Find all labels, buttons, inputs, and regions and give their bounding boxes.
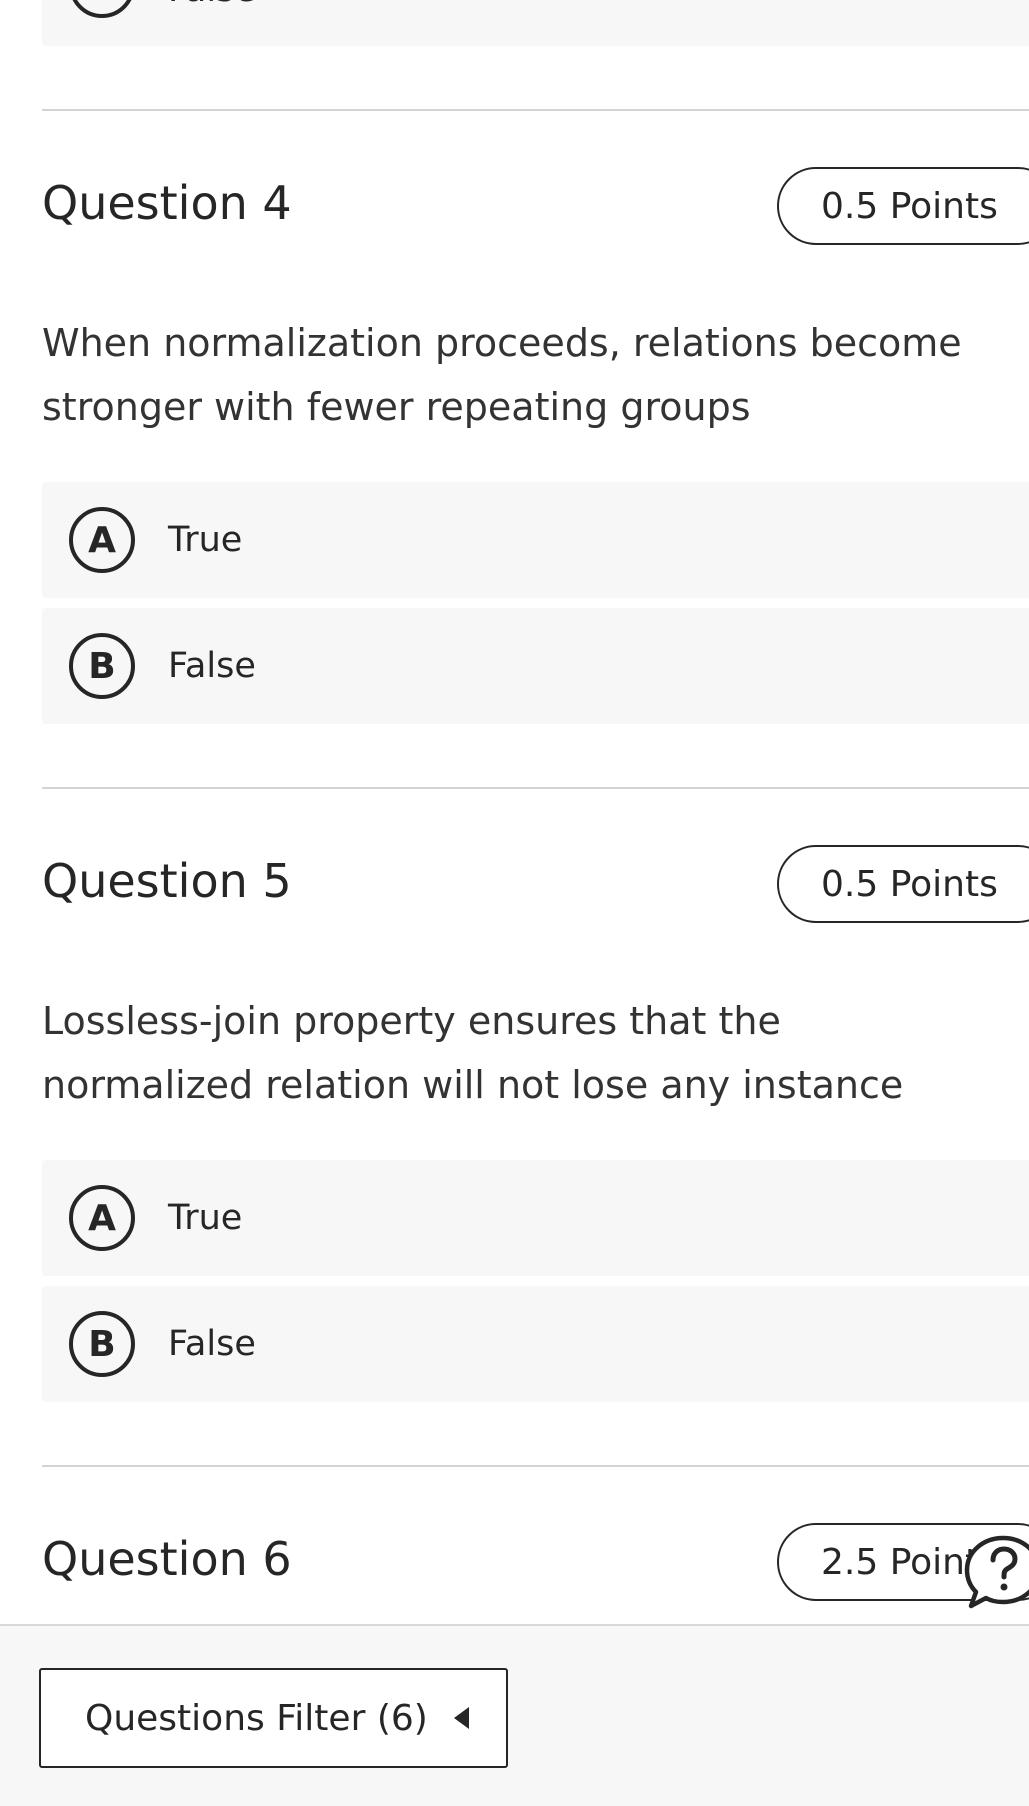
bottom-toolbar: Questions Filter (6) [0,1624,1029,1806]
questions-filter-label: Questions Filter (6) [85,1697,428,1739]
question-divider [42,109,1029,111]
caret-left-icon [453,1707,469,1729]
question-5-title: Question 5 [42,854,292,908]
option-letter-circle: A [69,507,135,573]
option-label: True [168,1198,243,1238]
question-3-option-b[interactable]: B False [42,0,1029,46]
question-4-points-badge: 0.5 Points [777,167,1029,245]
question-4-option-b[interactable]: B False [42,608,1029,724]
question-divider [42,787,1029,789]
option-letter-circle: B [69,633,135,699]
option-letter-circle: B [69,0,135,18]
option-label: False [168,0,256,10]
option-label: False [168,1324,256,1364]
question-5-points-badge: 0.5 Points [777,845,1029,923]
question-6-title: Question 6 [42,1532,292,1586]
question-4-option-a[interactable]: A True [42,482,1029,598]
help-chat-icon[interactable] [963,1532,1029,1612]
question-divider [42,1465,1029,1467]
option-label: True [168,520,243,560]
question-5-option-a[interactable]: A True [42,1160,1029,1276]
option-label: False [168,646,256,686]
question-5-option-b[interactable]: B False [42,1286,1029,1402]
question-4-title: Question 4 [42,176,292,230]
questions-filter-button[interactable]: Questions Filter (6) [39,1668,508,1768]
question-5-text: Lossless-join property ensures that the … [42,999,904,1107]
question-4-text: When normalization proceeds, relations b… [42,321,962,429]
option-letter-circle: B [69,1311,135,1377]
option-letter-circle: A [69,1185,135,1251]
quiz-page: B False Question 4 0.5 Points When norma… [0,0,1029,1806]
